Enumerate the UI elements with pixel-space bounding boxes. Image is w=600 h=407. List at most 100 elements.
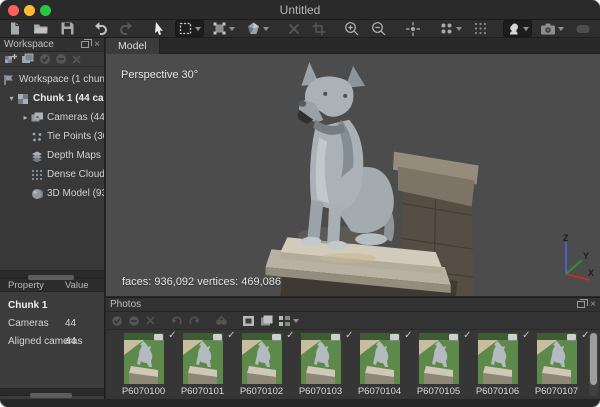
table-row[interactable]: Chunk 1	[0, 296, 104, 314]
zoom-out-button[interactable]	[368, 20, 390, 37]
main-area: Model Perspective 30°	[106, 38, 600, 399]
float-panel-icon[interactable]	[81, 41, 89, 48]
chevron-down-icon[interactable]	[558, 27, 564, 31]
resize-region-icon	[212, 21, 227, 36]
photo-thumbnail[interactable]: ✓	[301, 333, 341, 384]
expander-open-icon[interactable]: ▾	[6, 94, 17, 103]
projection-label: Perspective 30°	[121, 69, 198, 81]
rotate-right-icon[interactable]	[188, 315, 201, 327]
tab-model[interactable]: Model	[106, 38, 160, 54]
tie-points-icon	[31, 131, 45, 143]
measure-button[interactable]	[572, 20, 594, 37]
chevron-down-icon[interactable]	[293, 319, 299, 323]
expander-closed-icon[interactable]: ▸	[20, 113, 31, 122]
delete-selection-button[interactable]	[284, 20, 304, 37]
save-project-button[interactable]	[57, 20, 78, 37]
rotate-region-button[interactable]	[243, 20, 272, 37]
photos-vertical-scrollbar[interactable]	[589, 332, 598, 396]
measure-icon	[575, 22, 591, 36]
open-project-button[interactable]	[30, 20, 52, 37]
photo-thumbnail[interactable]: ✓	[124, 333, 164, 384]
chevron-down-icon[interactable]	[456, 27, 462, 31]
property-horizontal-scrollbar[interactable]	[0, 388, 104, 396]
disable-camera-icon[interactable]	[128, 315, 140, 327]
camera-badge-icon	[508, 334, 517, 341]
tree-item-cameras[interactable]: ▸ Cameras (44/44 aligned)	[0, 108, 104, 127]
filter-photos-icon[interactable]	[215, 315, 228, 327]
camera-badge-icon	[272, 334, 281, 341]
enable-camera-icon[interactable]	[111, 315, 123, 327]
model-3d-render[interactable]	[248, 54, 518, 296]
rotate-region-icon	[246, 21, 261, 36]
photo-thumbnail[interactable]: ✓	[478, 333, 518, 384]
photo-item[interactable]: ✓ P6070100	[114, 330, 173, 399]
chevron-down-icon[interactable]	[229, 27, 235, 31]
depth-maps-icon	[31, 150, 45, 162]
chevron-down-icon[interactable]	[523, 27, 529, 31]
close-panel-icon[interactable]: ×	[590, 300, 596, 310]
photo-thumbnail[interactable]: ✓	[242, 333, 282, 384]
cameras-icon	[31, 112, 45, 123]
show-cameras-button[interactable]	[537, 20, 567, 37]
photo-item[interactable]: ✓ P6070107	[527, 330, 586, 399]
add-chunk-icon[interactable]	[4, 53, 17, 65]
photo-item[interactable]: ✓ P6070101	[173, 330, 232, 399]
photo-item[interactable]: ✓ P6070102	[232, 330, 291, 399]
workspace-panel-title: Workspace	[4, 39, 81, 50]
point-cloud-view-button[interactable]	[436, 20, 465, 37]
camera-badge-icon	[449, 334, 458, 341]
zoom-in-button[interactable]	[341, 20, 363, 37]
select-arrow-button[interactable]	[149, 20, 170, 37]
crop-selection-button[interactable]	[309, 20, 329, 37]
photo-item[interactable]: ✓ P6070104	[350, 330, 409, 399]
axis-gizmo: Z Y X	[548, 234, 594, 290]
reset-view-button[interactable]	[402, 20, 424, 37]
property-column-header: Property	[0, 280, 57, 291]
undo-button[interactable]	[90, 20, 111, 37]
tree-item-tie-points[interactable]: Tie Points (30,639 points)	[0, 127, 104, 146]
workspace-toolbar	[0, 52, 104, 67]
undo-icon	[93, 21, 108, 36]
remove-camera-icon[interactable]	[145, 315, 156, 326]
tree-item-dense-cloud[interactable]: Dense Cloud (4,751,106 points)	[0, 165, 104, 184]
value-column-header: Value	[57, 280, 104, 291]
photo-item[interactable]: ✓ P6070103	[291, 330, 350, 399]
table-row[interactable]: Aligned cameras 44	[0, 332, 104, 350]
photo-thumbnail[interactable]: ✓	[419, 333, 459, 384]
rotate-left-icon[interactable]	[170, 315, 183, 327]
dense-cloud-view-button[interactable]	[470, 20, 491, 37]
float-panel-icon[interactable]	[577, 301, 585, 308]
enable-item-icon[interactable]	[39, 53, 51, 65]
photo-item[interactable]: ✓ P6070105	[409, 330, 468, 399]
chunk-icon	[17, 93, 31, 105]
dense-cloud-icon	[31, 169, 45, 181]
tree-item-3d-model[interactable]: 3D Model (936,092 faces)	[0, 184, 104, 203]
save-icon	[60, 21, 75, 36]
tree-item-chunk[interactable]: ▾ Chunk 1 (44 cameras, 30,639 points)	[0, 89, 104, 108]
add-photos-icon[interactable]	[21, 53, 35, 65]
show-images-icon[interactable]	[260, 315, 273, 327]
chevron-down-icon[interactable]	[263, 27, 269, 31]
new-document-button[interactable]	[4, 20, 25, 37]
camera-badge-icon	[331, 334, 340, 341]
photo-thumbnail[interactable]: ✓	[360, 333, 400, 384]
chevron-down-icon[interactable]	[195, 27, 201, 31]
disable-item-icon[interactable]	[55, 53, 67, 65]
model-viewport[interactable]: Perspective 30°	[106, 54, 600, 296]
resize-region-button[interactable]	[209, 20, 238, 37]
rectangle-selection-button[interactable]	[175, 20, 204, 37]
tree-item-depth-maps[interactable]: Depth Maps (44, High quality)	[0, 146, 104, 165]
photo-thumbnail[interactable]: ✓	[183, 333, 223, 384]
workspace-horizontal-scrollbar[interactable]	[0, 270, 104, 278]
model-view-button[interactable]	[503, 20, 532, 37]
photo-item[interactable]: ✓ P6070106	[468, 330, 527, 399]
table-row[interactable]: Cameras 44	[0, 314, 104, 332]
tree-item-workspace[interactable]: Workspace (1 chunks, 44 cameras)	[0, 70, 104, 89]
photo-thumbnail[interactable]: ✓	[537, 333, 577, 384]
show-masks-icon[interactable]	[242, 315, 255, 327]
close-panel-icon[interactable]: ×	[94, 40, 100, 50]
crop-icon	[312, 22, 326, 36]
view-mode-button[interactable]	[278, 315, 299, 327]
remove-item-icon[interactable]	[71, 54, 82, 65]
redo-button[interactable]	[116, 20, 137, 37]
